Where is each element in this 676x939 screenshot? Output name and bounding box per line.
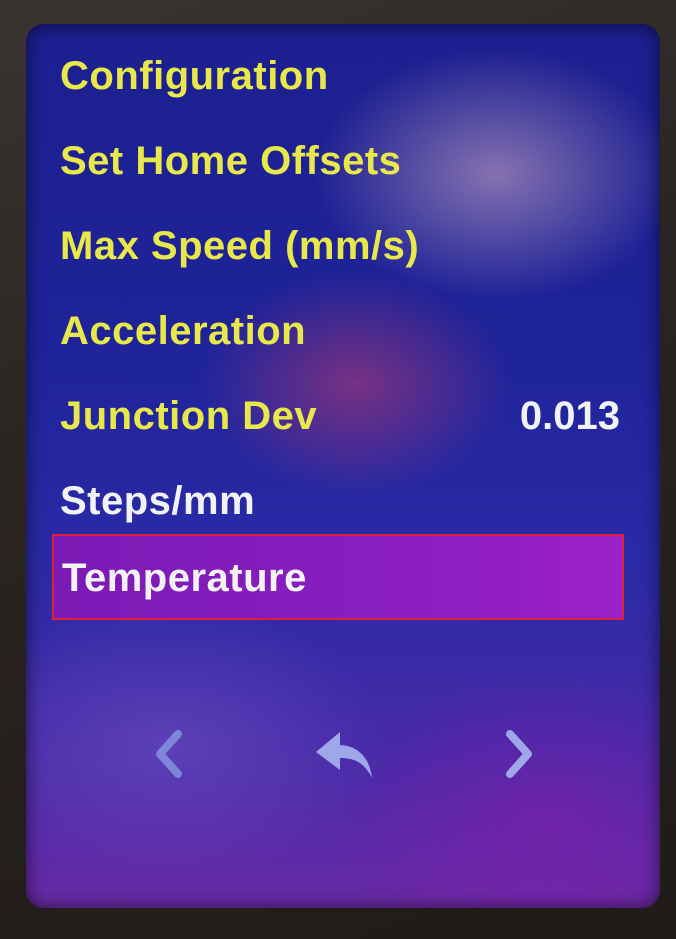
- lcd-screen: Configuration Set Home Offsets Max Speed…: [26, 24, 660, 908]
- chevron-right-icon[interactable]: [488, 724, 548, 784]
- menu-item-junction-dev[interactable]: Junction Dev: [60, 394, 317, 439]
- junction-dev-value: 0.013: [519, 394, 620, 438]
- menu-item-set-home-offsets[interactable]: Set Home Offsets: [60, 139, 401, 184]
- menu-item-max-speed[interactable]: Max Speed (mm/s): [60, 224, 419, 269]
- chevron-left-icon[interactable]: [140, 724, 200, 784]
- menu-item-temperature-label: Temperature: [62, 556, 307, 600]
- menu-item-steps-mm[interactable]: Steps/mm: [60, 479, 255, 524]
- device-bezel: Configuration Set Home Offsets Max Speed…: [0, 0, 676, 939]
- menu-item-acceleration[interactable]: Acceleration: [60, 309, 306, 354]
- return-arrow-icon[interactable]: [310, 724, 380, 784]
- menu-item-configuration[interactable]: Configuration: [60, 54, 329, 99]
- menu-item-temperature[interactable]: Temperature: [52, 534, 624, 620]
